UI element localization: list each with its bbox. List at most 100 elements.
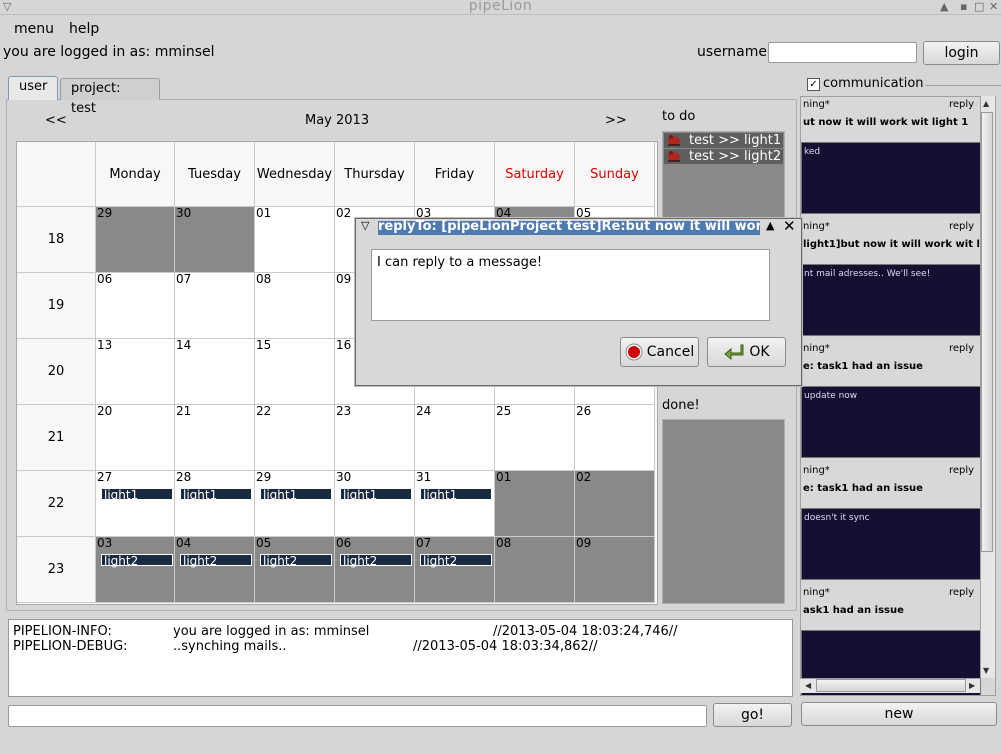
day-number: 06	[97, 272, 113, 286]
day-number: 22	[256, 404, 272, 418]
calendar-prev-button[interactable]: <<	[45, 113, 67, 128]
message-body-text: nt mail adresses.. We'll see!	[804, 269, 931, 279]
day-number: 16	[336, 338, 352, 352]
calendar-event[interactable]: light2	[340, 554, 412, 567]
shade-icon[interactable]: ▲	[940, 0, 948, 13]
message-title: e: task1 had an issue	[803, 361, 923, 372]
horizontal-scroll-thumb[interactable]	[816, 679, 966, 692]
todo-item[interactable]: test >> light1	[664, 133, 783, 148]
calendar-day-cell[interactable]: 15	[255, 338, 335, 405]
day-number: 30	[176, 206, 192, 220]
calendar-event[interactable]: light1	[260, 488, 332, 501]
message-title: ut now it will work wit light 1	[803, 117, 969, 128]
calendar-day-cell[interactable]: 30 light1	[335, 470, 415, 537]
calendar-day-cell[interactable]: 23	[335, 404, 415, 471]
calendar-day-cell[interactable]: 01	[495, 470, 575, 537]
calendar-event[interactable]: light1	[420, 488, 492, 501]
calendar-day-cell[interactable]: 30	[175, 206, 255, 273]
calendar-day-cell[interactable]: 28 light1	[175, 470, 255, 537]
close-icon[interactable]: ✕	[989, 0, 998, 13]
day-number: 04	[176, 536, 192, 550]
calendar-day-cell[interactable]: 06 light2	[335, 536, 415, 603]
calendar-event[interactable]: light2	[420, 554, 492, 567]
calendar-day-cell[interactable]: 07 light2	[415, 536, 495, 603]
calendar-day-cell[interactable]: 14	[175, 338, 255, 405]
calendar-day-cell[interactable]: 31 light1	[415, 470, 495, 537]
day-header: Tuesday	[175, 142, 255, 207]
dialog-menu-icon[interactable]: ▽	[361, 219, 369, 232]
tab-user[interactable]: user	[8, 76, 59, 100]
calendar-day-cell[interactable]: 26	[575, 404, 655, 471]
calendar-day-cell[interactable]: 09	[575, 536, 655, 603]
todo-item-label: test >> light1	[689, 133, 782, 148]
todo-item-label: test >> light2	[689, 149, 782, 164]
command-input[interactable]	[8, 705, 707, 727]
scroll-down-icon[interactable]: ▼	[983, 666, 989, 675]
message-body-text: doesn't it sync	[804, 513, 870, 523]
menu-help[interactable]: help	[69, 21, 99, 37]
week-number: 18	[17, 207, 96, 273]
calendar-day-cell[interactable]: 05 light2	[255, 536, 335, 603]
log-message: ..synching mails..	[173, 639, 287, 654]
calendar-day-cell[interactable]: 29 light1	[255, 470, 335, 537]
vertical-scroll-thumb[interactable]	[981, 112, 993, 552]
calendar-day-cell[interactable]: 25	[495, 404, 575, 471]
reply-link[interactable]: reply	[949, 587, 974, 598]
calendar-day-cell[interactable]: 04 light2	[175, 536, 255, 603]
ok-button[interactable]: OK	[707, 337, 786, 367]
calendar-day-cell[interactable]: 29	[96, 206, 175, 273]
reply-link[interactable]: reply	[949, 99, 974, 110]
day-header: Friday	[415, 142, 495, 207]
communication-checkbox[interactable]: ✓	[807, 78, 820, 91]
scroll-right-icon[interactable]: ▶	[969, 681, 975, 690]
calendar-event[interactable]: light1	[180, 488, 252, 501]
menu-menu[interactable]: menu	[14, 21, 54, 37]
reply-link[interactable]: reply	[949, 465, 974, 476]
cancel-button[interactable]: Cancel	[620, 337, 699, 367]
scroll-left-icon[interactable]: ◀	[805, 681, 811, 690]
calendar-day-cell[interactable]: 03 light2	[96, 536, 175, 603]
day-number: 24	[416, 404, 432, 418]
dialog-shade-icon[interactable]: ▲	[766, 219, 774, 232]
day-number: 29	[97, 206, 113, 220]
calendar-event[interactable]: light2	[260, 554, 332, 567]
calendar-day-cell[interactable]: 06	[96, 272, 175, 339]
calendar-day-cell[interactable]: 21	[175, 404, 255, 471]
calendar-day-cell[interactable]: 07	[175, 272, 255, 339]
calendar-day-cell[interactable]: 08	[255, 272, 335, 339]
calendar-day-cell[interactable]: 08	[495, 536, 575, 603]
username-input[interactable]	[768, 42, 917, 63]
todo-item[interactable]: test >> light2	[664, 149, 783, 164]
maximize-icon[interactable]: □	[974, 0, 984, 13]
tab-project[interactable]: project: test	[60, 78, 160, 116]
reply-link[interactable]: reply	[949, 221, 974, 232]
calendar-day-cell[interactable]: 27 light1	[96, 470, 175, 537]
calendar-event[interactable]: light1	[340, 488, 412, 501]
calendar-day-cell[interactable]: 02	[575, 470, 655, 537]
calendar-day-cell[interactable]: 20	[96, 404, 175, 471]
calendar-day-cell[interactable]: 01	[255, 206, 335, 273]
calendar-day-cell[interactable]: 22	[255, 404, 335, 471]
day-number: 08	[496, 536, 512, 550]
day-number: 02	[336, 206, 352, 220]
calendar-event[interactable]: light2	[180, 554, 252, 567]
dialog-close-icon[interactable]: ✕	[783, 217, 796, 235]
go-button[interactable]: go!	[713, 703, 792, 727]
login-button[interactable]: login	[923, 41, 1000, 65]
day-number: 26	[576, 404, 592, 418]
calendar-day-cell[interactable]: 13	[96, 338, 175, 405]
scroll-up-icon[interactable]: ▲	[983, 99, 989, 108]
calendar-event[interactable]: light1	[101, 488, 173, 501]
window-titlebar: ▽ pipeLion ▲ ▪ □ ✕	[0, 0, 1001, 15]
calendar-next-button[interactable]: >>	[605, 113, 627, 128]
calendar-day-cell[interactable]: 24	[415, 404, 495, 471]
stop-icon	[625, 343, 643, 361]
reply-text-area[interactable]: I can reply to a message!	[371, 249, 770, 321]
calendar-event[interactable]: light2	[101, 554, 173, 567]
new-message-button[interactable]: new	[801, 702, 997, 726]
day-number: 14	[176, 338, 192, 352]
reply-link[interactable]: reply	[949, 343, 974, 354]
reply-text: I can reply to a message!	[377, 255, 543, 270]
day-header: Wednesday	[255, 142, 335, 207]
minimize-icon[interactable]: ▪	[960, 0, 967, 13]
